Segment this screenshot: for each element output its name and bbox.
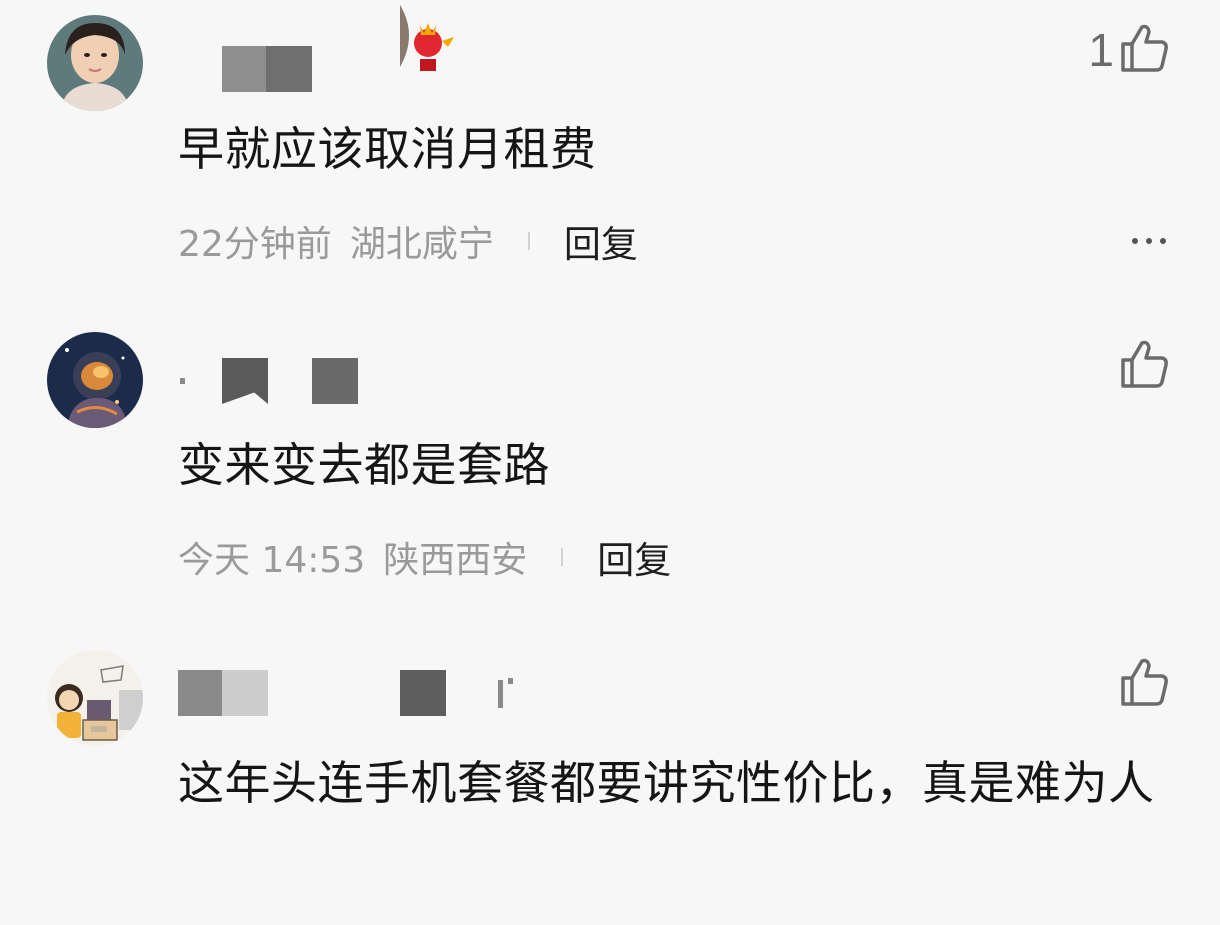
more-options-button[interactable]	[1132, 216, 1166, 266]
comment-item: 这年头连手机套餐都要讲究性价比，真是难为人	[0, 634, 1220, 925]
username-blur	[222, 358, 268, 404]
thumbs-up-icon	[1118, 22, 1170, 78]
like-button[interactable]	[1114, 338, 1170, 394]
avatar[interactable]	[47, 650, 143, 746]
meta-separator	[561, 548, 564, 566]
username-blur	[180, 378, 185, 384]
username[interactable]	[178, 670, 538, 716]
like-count: 1	[1088, 24, 1114, 76]
meta-separator	[527, 232, 530, 250]
comment-text: 早就应该取消月租费	[178, 122, 597, 176]
username-blur	[400, 670, 446, 716]
username-blur	[222, 46, 266, 92]
username-blur	[498, 680, 503, 708]
username-blur	[508, 678, 513, 684]
like-button[interactable]	[1114, 656, 1170, 712]
thumbs-up-icon	[1118, 656, 1170, 712]
avatar[interactable]	[47, 15, 143, 111]
username-blur	[312, 358, 358, 404]
username-blur	[178, 670, 222, 716]
like-button[interactable]: 1	[1088, 22, 1170, 78]
comment-list: 1 早就应该取消月租费 22分钟前 湖北咸宁 回复 变来变去都是套路 今天 14…	[0, 0, 1220, 925]
comment-location: 湖北咸宁	[349, 224, 494, 265]
comment-location: 陕西西安	[383, 540, 528, 581]
comment-item: 1 早就应该取消月租费 22分钟前 湖北咸宁 回复	[0, 0, 1220, 300]
comment-meta: 22分钟前 湖北咸宁 回复	[178, 216, 638, 266]
comment-meta: 今天 14:53 陕西西安 回复	[178, 532, 671, 582]
comment-time: 22分钟前	[178, 224, 332, 265]
reply-button[interactable]: 回复	[597, 530, 671, 584]
comment-item: 变来变去都是套路 今天 14:53 陕西西安 回复	[0, 316, 1220, 616]
reply-button[interactable]: 回复	[564, 214, 638, 268]
user-badge-icon	[398, 5, 458, 75]
username[interactable]	[178, 358, 478, 404]
username-blur	[266, 46, 312, 92]
avatar[interactable]	[47, 332, 143, 428]
comment-time: 今天 14:53	[178, 540, 366, 581]
more-icon	[1132, 238, 1138, 244]
username-blur	[222, 670, 268, 716]
comment-text: 这年头连手机套餐都要讲究性价比，真是难为人	[178, 756, 1155, 810]
comment-text: 变来变去都是套路	[178, 438, 550, 492]
thumbs-up-icon	[1118, 338, 1170, 394]
